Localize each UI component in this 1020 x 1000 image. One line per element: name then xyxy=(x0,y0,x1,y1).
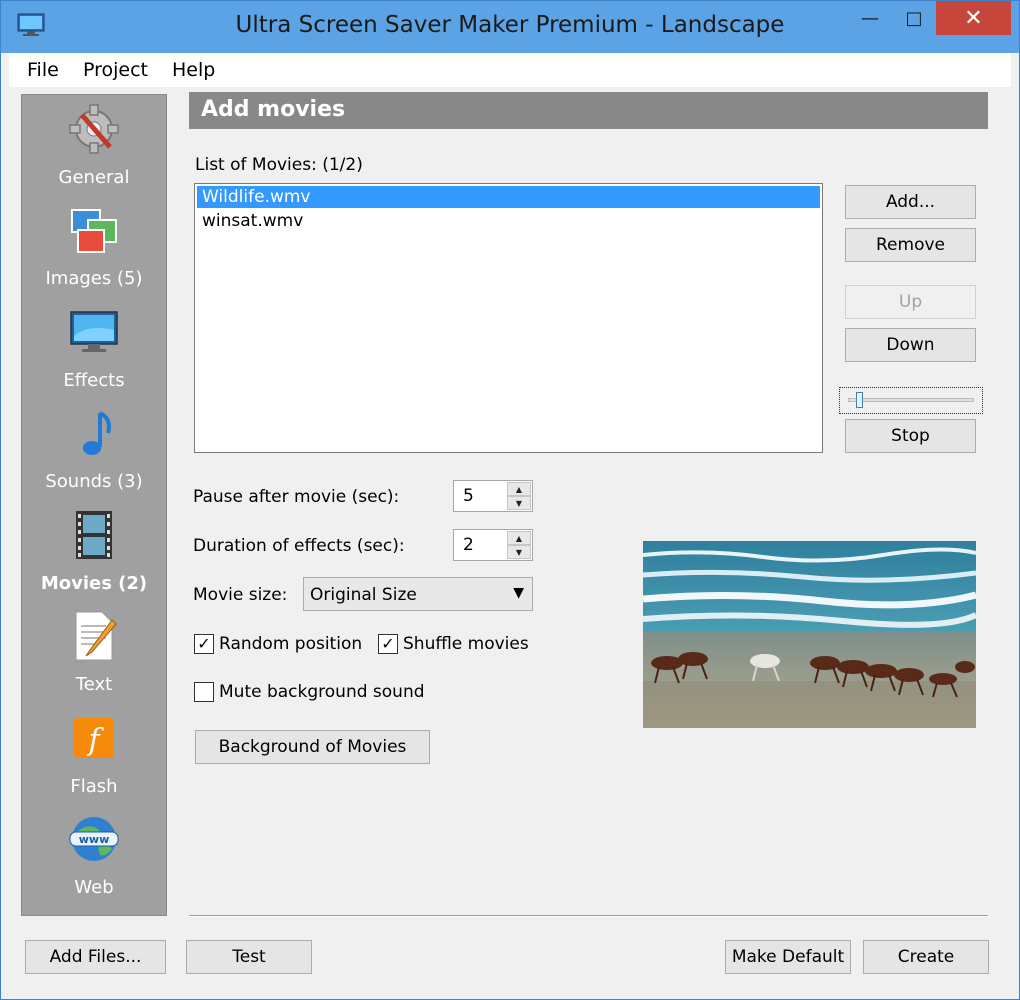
movie-list-label: List of Movies: (1/2) xyxy=(195,155,363,175)
background-of-movies-button[interactable]: Background of Movies xyxy=(195,730,430,764)
gear-icon xyxy=(69,104,119,154)
menu-project[interactable]: Project xyxy=(83,59,148,81)
movie-size-value: Original Size xyxy=(310,585,417,605)
mute-sound-checkbox[interactable]: Mute background sound xyxy=(194,682,425,702)
mute-sound-label: Mute background sound xyxy=(219,682,425,702)
close-button[interactable]: ✕ xyxy=(936,1,1011,35)
sidebar-item-web[interactable]: www Web xyxy=(22,805,166,907)
film-icon xyxy=(76,511,112,559)
sidebar-item-label: Effects xyxy=(63,370,125,391)
menu-help[interactable]: Help xyxy=(172,59,215,81)
shuffle-movies-label: Shuffle movies xyxy=(403,634,529,654)
pause-label: Pause after movie (sec): xyxy=(193,487,400,507)
sidebar-item-label: Movies (2) xyxy=(40,573,148,594)
title-bar[interactable]: Ultra Screen Saver Maker Premium - Lands… xyxy=(1,1,1019,53)
move-up-button[interactable]: Up xyxy=(845,285,976,319)
sidebar-item-general[interactable]: General xyxy=(22,95,166,197)
duration-stepper[interactable]: 2 ▲ ▼ xyxy=(453,529,533,561)
music-note-icon xyxy=(83,411,111,455)
slider-thumb[interactable] xyxy=(856,392,863,408)
move-down-button[interactable]: Down xyxy=(845,328,976,362)
sidebar-item-label: Flash xyxy=(70,776,118,797)
movie-size-select[interactable]: Original Size ▼ xyxy=(303,577,533,611)
stop-button[interactable]: Stop xyxy=(845,419,976,453)
make-default-button[interactable]: Make Default xyxy=(725,940,851,974)
panel-header: Add movies xyxy=(189,92,988,129)
spin-up-icon[interactable]: ▲ xyxy=(507,482,531,496)
sidebar-item-sounds[interactable]: Sounds (3) xyxy=(22,399,166,501)
playback-slider[interactable] xyxy=(839,387,983,414)
text-document-icon xyxy=(75,611,117,661)
pause-value: 5 xyxy=(463,486,474,506)
add-files-button[interactable]: Add Files... xyxy=(25,940,166,974)
sidebar-item-images[interactable]: Images (5) xyxy=(22,196,166,298)
pause-stepper[interactable]: 5 ▲ ▼ xyxy=(453,480,533,512)
duration-label: Duration of effects (sec): xyxy=(193,536,405,556)
checkmark-icon: ✓ xyxy=(194,634,214,654)
movie-list-count: (1/2) xyxy=(322,155,363,175)
add-movie-button[interactable]: Add... xyxy=(845,185,976,219)
sidebar-item-label: Sounds (3) xyxy=(45,471,143,492)
movie-size-label: Movie size: xyxy=(193,585,288,605)
random-position-checkbox[interactable]: ✓ Random position xyxy=(194,634,362,654)
create-button[interactable]: Create xyxy=(863,940,989,974)
random-position-label: Random position xyxy=(219,634,363,654)
globe-www-icon: www xyxy=(69,817,119,861)
remove-movie-button[interactable]: Remove xyxy=(845,228,976,262)
flash-icon: f xyxy=(74,718,114,758)
minimize-button[interactable]: — xyxy=(853,1,887,35)
sidebar-item-label: Text xyxy=(75,674,113,695)
sidebar-item-flash[interactable]: f Flash xyxy=(22,704,166,806)
movie-preview-image xyxy=(643,541,976,728)
spin-down-icon[interactable]: ▼ xyxy=(507,545,531,559)
menu-bar: File Project Help xyxy=(9,53,1011,87)
maximize-button[interactable]: □ xyxy=(897,1,931,35)
empty-checkbox-icon xyxy=(194,682,214,702)
sidebar-item-label: General xyxy=(58,167,130,188)
sidebar-item-label: Web xyxy=(74,877,114,898)
shuffle-movies-checkbox[interactable]: ✓ Shuffle movies xyxy=(378,634,529,654)
spin-up-icon[interactable]: ▲ xyxy=(507,531,531,545)
spin-down-icon[interactable]: ▼ xyxy=(507,496,531,510)
images-icon xyxy=(71,209,117,253)
app-window: Ultra Screen Saver Maker Premium - Lands… xyxy=(0,0,1020,1000)
sidebar-item-text[interactable]: Text xyxy=(22,602,166,704)
movie-list[interactable]: Wildlife.wmv winsat.wmv xyxy=(194,183,823,453)
test-button[interactable]: Test xyxy=(186,940,312,974)
duration-value: 2 xyxy=(463,535,474,555)
chevron-down-icon: ▼ xyxy=(513,585,524,601)
footer-divider xyxy=(189,915,988,917)
monitor-icon xyxy=(70,311,118,352)
sidebar-item-effects[interactable]: Effects xyxy=(22,298,166,400)
list-item[interactable]: winsat.wmv xyxy=(197,210,820,232)
sidebar-item-label: Images (5) xyxy=(45,268,143,289)
svg-text:www: www xyxy=(79,833,110,846)
checkmark-icon: ✓ xyxy=(378,634,398,654)
slider-track xyxy=(848,398,974,402)
sidebar: General Images (5) Effects Sounds (3) Mo… xyxy=(21,94,167,916)
sidebar-item-movies[interactable]: Movies (2) xyxy=(22,501,166,603)
list-item[interactable]: Wildlife.wmv xyxy=(197,186,820,208)
menu-file[interactable]: File xyxy=(27,59,59,81)
